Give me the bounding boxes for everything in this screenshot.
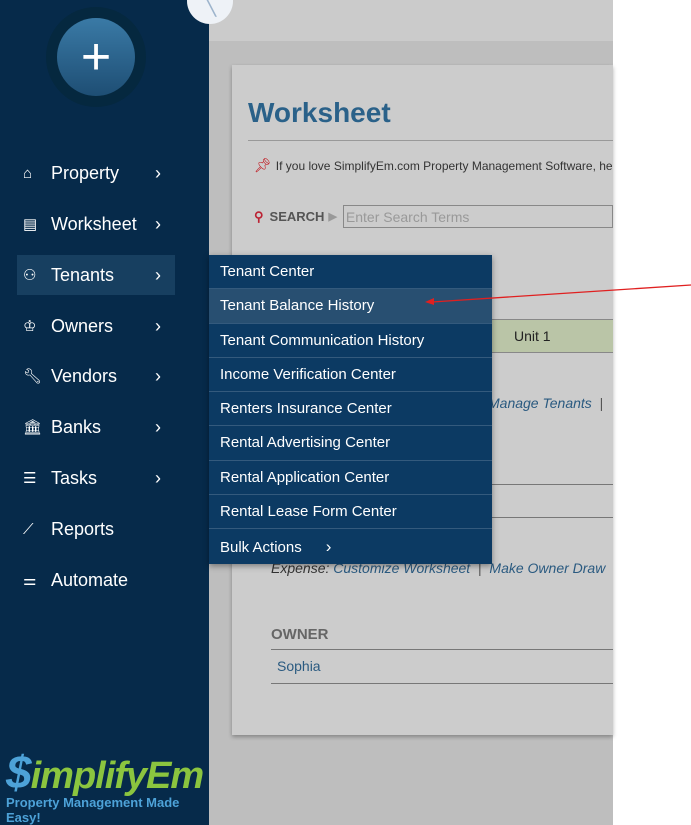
promo-text: 📌︎ If you love SimplifyEm.com Property Ma… — [254, 157, 613, 173]
logo-tagline: Property Management Made Easy! — [6, 795, 180, 825]
divider — [248, 140, 613, 141]
page-title: Worksheet — [248, 97, 391, 128]
chevron-right-icon: › — [155, 162, 161, 183]
sidebar-item-worksheet[interactable]: ▤ Worksheet › — [17, 204, 175, 244]
plus-icon: + — [57, 18, 135, 96]
chevron-right-icon: › — [155, 315, 161, 336]
crown-icon: ♔ — [23, 318, 37, 335]
menu-item-rental-lease-form-center[interactable]: Rental Lease Form Center — [209, 495, 492, 530]
users-icon: ⚇ — [23, 267, 37, 284]
tasks-icon: ☰ — [23, 470, 37, 487]
home-icon: ⌂ — [23, 164, 33, 182]
add-button[interactable]: + — [46, 7, 146, 107]
pushpin-icon: 📌︎ — [254, 157, 272, 173]
search-label: SEARCH — [269, 209, 325, 224]
sidebar-item-label: Vendors — [51, 365, 118, 386]
sidebar-item-vendors[interactable]: 🔧︎ Vendors › — [17, 356, 175, 396]
menu-item-renters-insurance-center[interactable]: Renters Insurance Center — [209, 392, 492, 427]
triangle-right-icon: ▶ — [328, 211, 337, 223]
chevron-left-icon: ╲ — [203, 0, 217, 17]
sidebar-item-label: Owners — [51, 315, 114, 336]
divider — [271, 649, 613, 650]
sliders-icon: ⚌ — [23, 572, 37, 589]
manage-tenants-link[interactable]: Manage Tenants | — [488, 395, 603, 411]
logo: $implifyEm Property Management Made Easy… — [6, 745, 206, 825]
bank-icon: 🏛︎ — [23, 419, 43, 436]
sidebar: + ⌂ Property › ▤ Worksheet › ⚇ Tenants › ♔ Owne… — [0, 0, 209, 825]
sidebar-item-label: Automate — [51, 569, 129, 590]
chevron-right-icon: › — [155, 365, 161, 386]
divider — [271, 683, 613, 684]
menu-item-income-verification-center[interactable]: Income Verification Center — [209, 358, 492, 393]
menu-item-tenant-balance-history[interactable]: Tenant Balance History — [209, 289, 492, 324]
menu-item-tenant-communication-history[interactable]: Tenant Communication History — [209, 324, 492, 358]
chevron-right-icon: › — [155, 467, 161, 488]
chevron-right-icon: › — [325, 537, 332, 557]
menu-item-tenant-center[interactable]: Tenant Center — [209, 255, 492, 290]
owner-link[interactable]: Sophia — [277, 658, 321, 674]
sidebar-item-tasks[interactable]: ☰ Tasks › — [17, 458, 175, 498]
chevron-right-icon: › — [155, 213, 161, 234]
sidebar-item-banks[interactable]: 🏛︎ Banks › — [17, 407, 175, 447]
sidebar-item-property[interactable]: ⌂ Property › — [17, 153, 175, 193]
sidebar-item-label: Worksheet — [51, 213, 137, 234]
search-bar: ⚲ SEARCH ▶ — [254, 205, 613, 228]
owner-heading: OWNER — [271, 626, 329, 643]
chart-line-icon: ⟋ — [23, 520, 34, 538]
chevron-right-icon: › — [155, 264, 161, 285]
sidebar-item-tenants[interactable]: ⚇ Tenants › — [17, 255, 175, 295]
sidebar-item-label: Property — [51, 162, 120, 183]
make-owner-draw-link[interactable]: Make Owner Draw — [489, 560, 605, 576]
sidebar-item-label: Banks — [51, 416, 102, 437]
unit-row[interactable]: Unit 1 — [492, 319, 613, 353]
sidebar-item-label: Tenants — [51, 264, 115, 285]
sidebar-item-automate[interactable]: ⚌ Automate — [17, 560, 175, 600]
table-icon: ▤ — [23, 216, 38, 233]
menu-item-bulk-actions[interactable]: Bulk Actions › — [209, 529, 492, 563]
wrench-icon: 🔧︎ — [23, 368, 43, 385]
top-bar — [209, 0, 613, 41]
search-input[interactable] — [342, 205, 613, 228]
sidebar-item-reports[interactable]: ⟋ Reports — [17, 509, 175, 549]
menu-item-rental-application-center[interactable]: Rental Application Center — [209, 461, 492, 496]
sidebar-item-label: Tasks — [51, 467, 98, 488]
menu-item-rental-advertising-center[interactable]: Rental Advertising Center — [209, 426, 492, 461]
tenants-submenu: Tenant Center Tenant Balance History Ten… — [209, 255, 492, 564]
chevron-right-icon: › — [155, 416, 161, 437]
search-icon: ⚲ — [254, 208, 264, 224]
sidebar-item-label: Reports — [51, 518, 115, 539]
sidebar-item-owners[interactable]: ♔ Owners › — [17, 306, 175, 346]
